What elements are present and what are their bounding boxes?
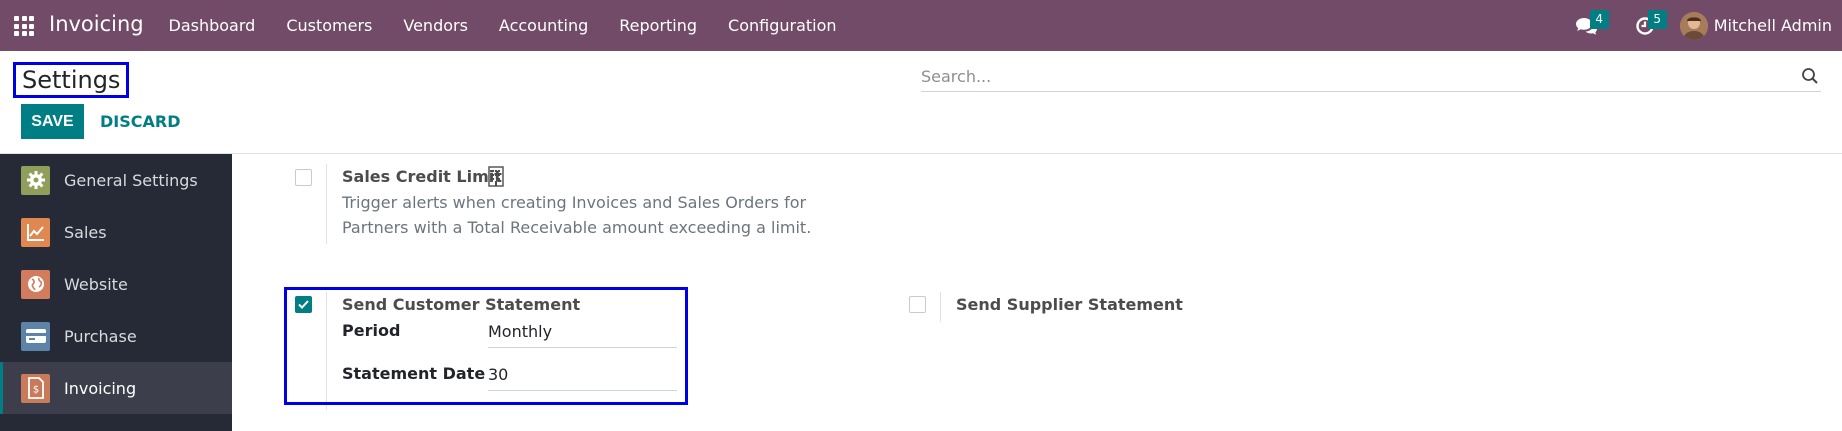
menu-reporting[interactable]: Reporting: [604, 0, 713, 51]
gear-icon: [21, 165, 50, 195]
divider: [940, 292, 941, 322]
customer-statement-highlight: [284, 287, 688, 405]
supplier-statement-title: Send Supplier Statement: [956, 295, 1183, 314]
sidebar-item-label: Invoicing: [64, 378, 137, 398]
search-icon[interactable]: [1801, 67, 1819, 85]
menu-customers[interactable]: Customers: [271, 0, 388, 51]
credit-limit-description: Trigger alerts when creating Invoices an…: [342, 193, 812, 237]
top-navbar: Invoicing Dashboard Customers Vendors Ac…: [0, 0, 1842, 51]
sidebar-item-website[interactable]: Website: [0, 258, 232, 310]
sidebar-item-sales[interactable]: Sales: [0, 206, 232, 258]
chart-icon: [21, 217, 50, 247]
discard-button[interactable]: DISCARD: [100, 104, 180, 139]
menu-configuration[interactable]: Configuration: [713, 0, 853, 51]
menu-dashboard[interactable]: Dashboard: [153, 0, 271, 51]
divider: [326, 164, 327, 244]
save-button[interactable]: SAVE: [21, 104, 84, 139]
menu-accounting[interactable]: Accounting: [483, 0, 603, 51]
avatar: [1679, 11, 1708, 40]
globe-icon: [21, 269, 50, 299]
sidebar-item-label: Website: [64, 274, 128, 294]
sidebar-item-label: Sales: [64, 222, 107, 242]
invoice-icon: $: [21, 373, 50, 403]
sidebar-item-purchase[interactable]: Purchase: [0, 310, 232, 362]
search-bar: [921, 62, 1821, 92]
sidebar-item-general-settings[interactable]: General Settings: [0, 154, 232, 206]
app-brand[interactable]: Invoicing: [49, 12, 144, 36]
control-panel: Settings SAVE DISCARD: [0, 51, 1842, 154]
credit-limit-title: Sales Credit Limit: [342, 167, 502, 186]
main-menu: Dashboard Customers Vendors Accounting R…: [153, 0, 852, 51]
apps-menu-icon[interactable]: [14, 16, 34, 36]
sidebar-item-label: Purchase: [64, 326, 137, 346]
sidebar-item-invoicing[interactable]: $ Invoicing: [0, 362, 232, 414]
user-name: Mitchell Admin: [1713, 16, 1832, 35]
card-icon: [21, 321, 50, 351]
credit-limit-checkbox[interactable]: [295, 169, 312, 186]
messages-badge: 4: [1589, 10, 1609, 29]
svg-text:$: $: [32, 385, 38, 396]
user-menu[interactable]: Mitchell Admin: [1674, 0, 1842, 51]
building-icon: [488, 166, 504, 187]
sidebar-item-label: General Settings: [64, 170, 198, 190]
menu-vendors[interactable]: Vendors: [388, 0, 484, 51]
supplier-statement-checkbox[interactable]: [909, 296, 926, 313]
systray: 4 5 Mitchell Admin: [1558, 0, 1842, 51]
activities-badge: 5: [1647, 10, 1667, 29]
search-input[interactable]: [921, 67, 1781, 86]
settings-sidebar: General Settings Sales Website Purchase …: [0, 154, 232, 431]
messages-button[interactable]: 4: [1558, 0, 1616, 51]
page-title: Settings: [13, 62, 130, 98]
activities-button[interactable]: 5: [1616, 0, 1674, 51]
